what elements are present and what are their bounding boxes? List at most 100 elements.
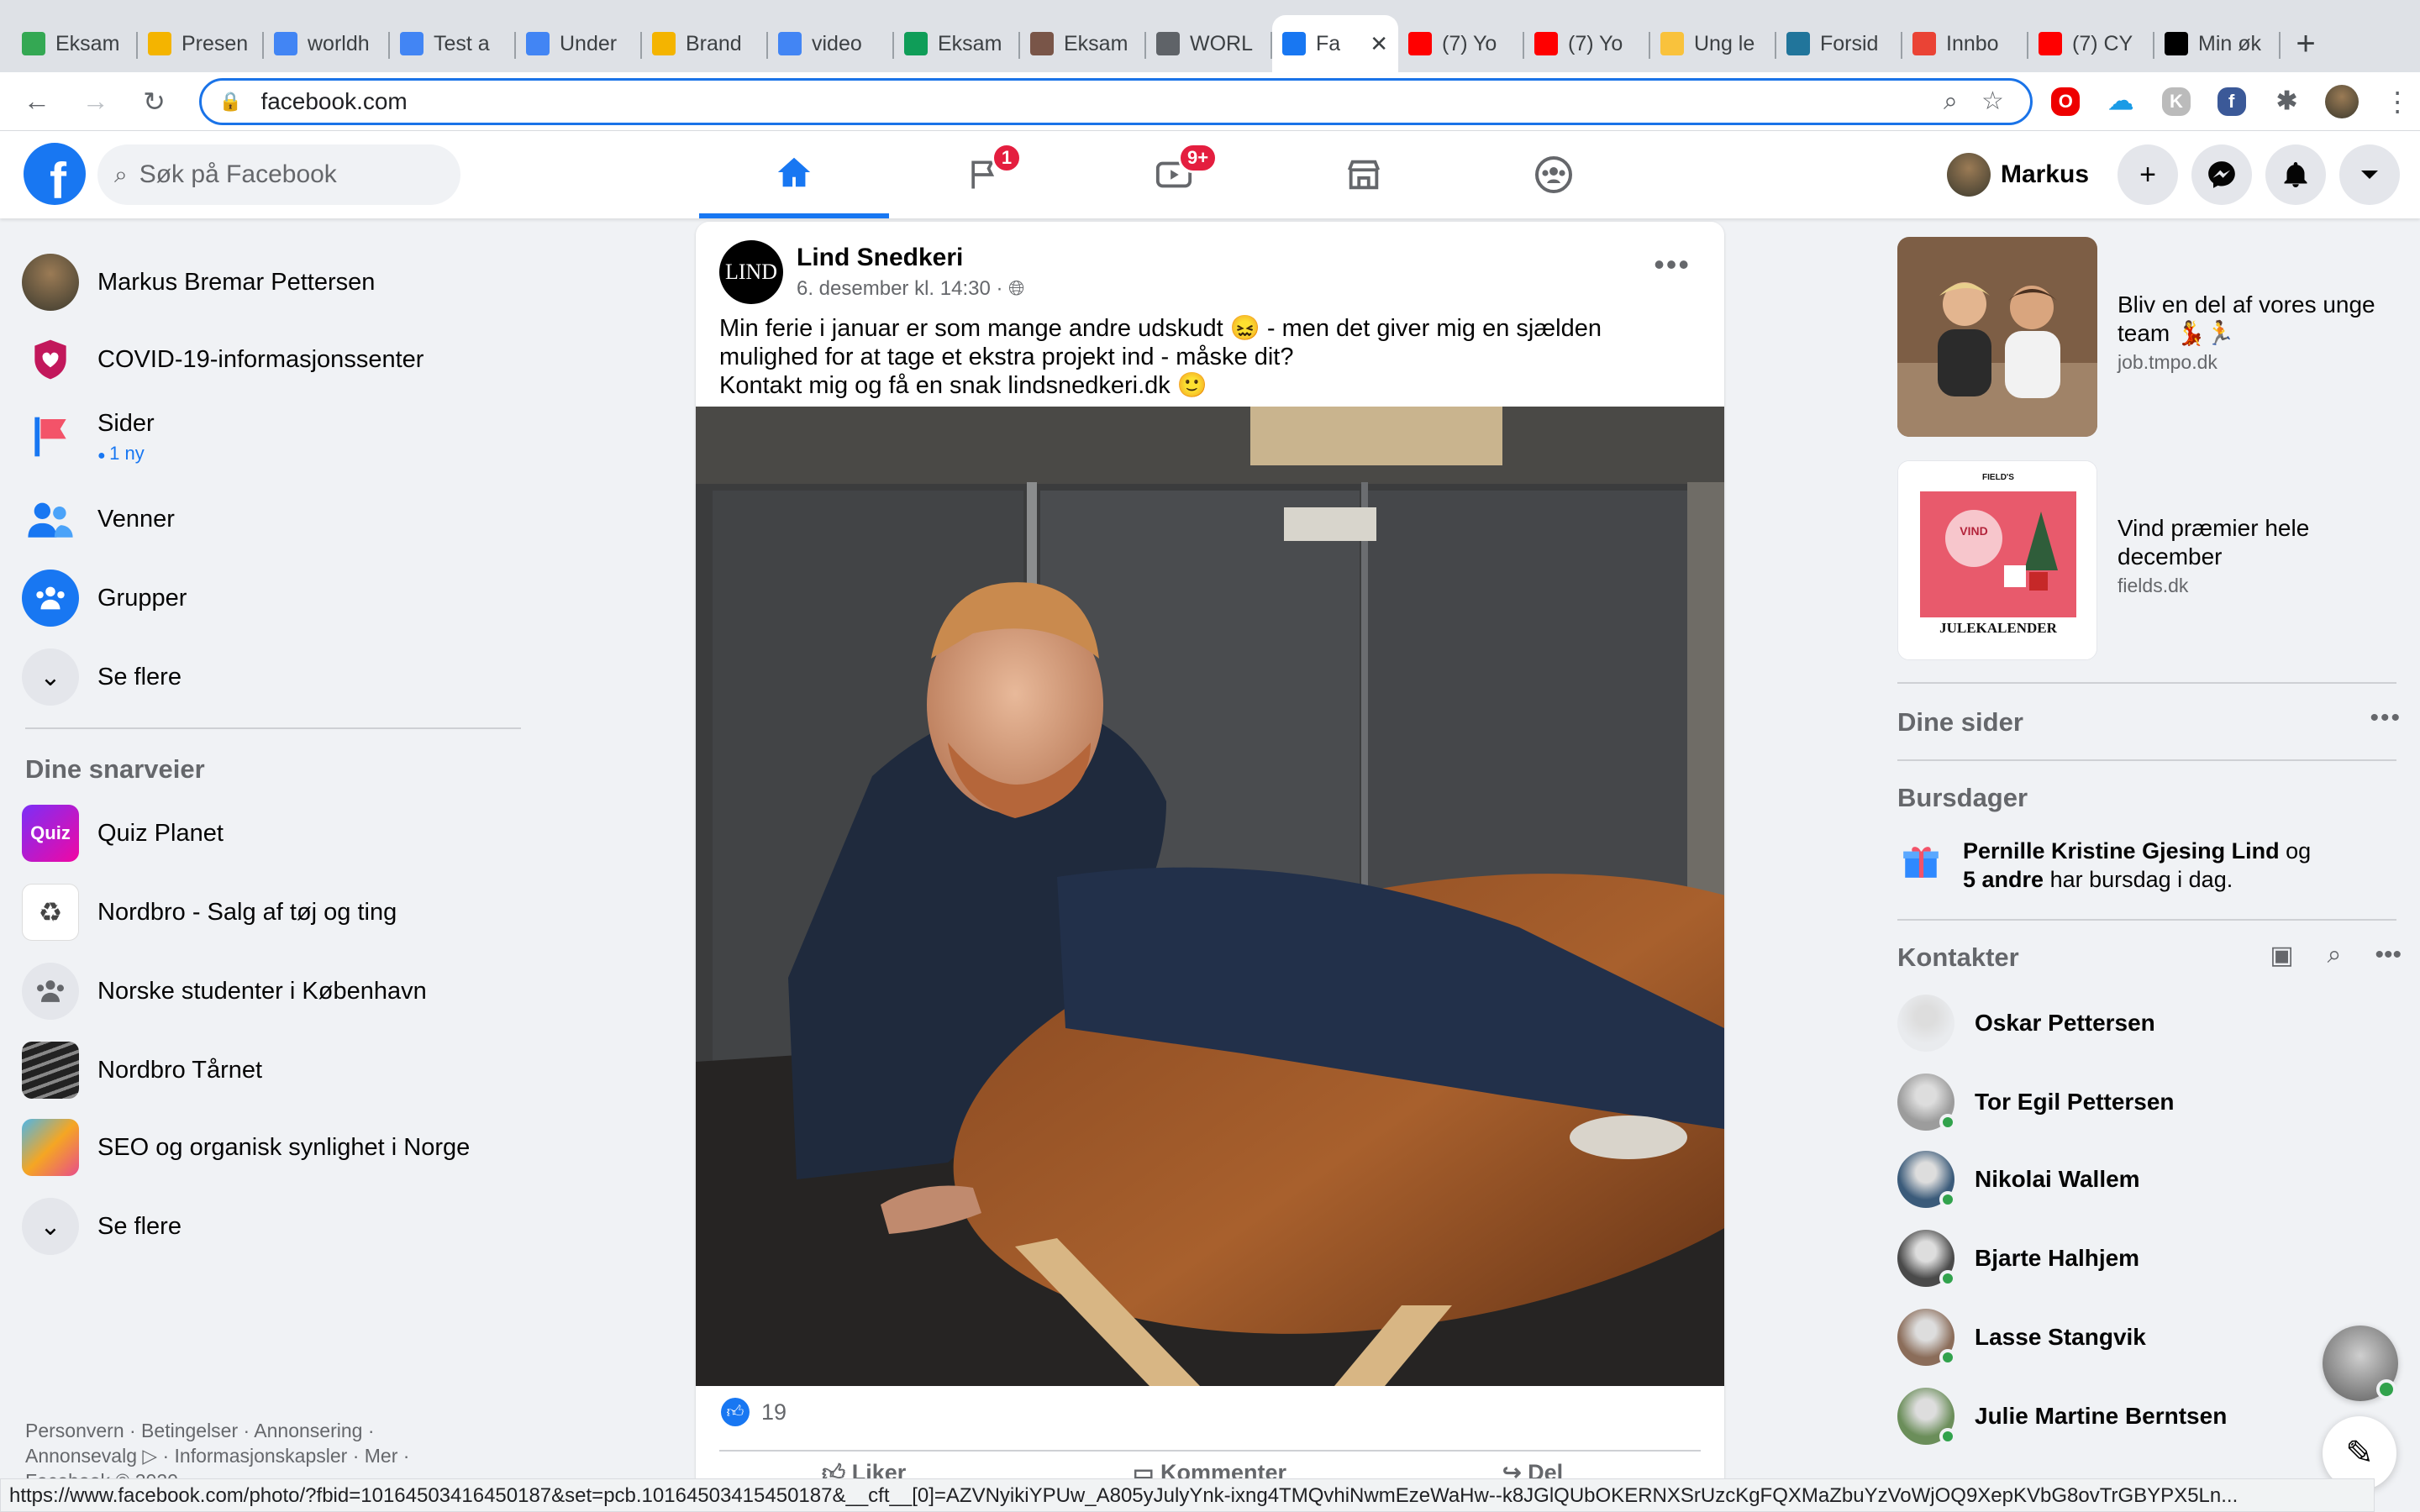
online-indicator	[1939, 1191, 1956, 1208]
watch-badge: 9+	[1178, 143, 1218, 173]
sidebar-item-label: Sider	[97, 409, 155, 437]
browser-tab[interactable]: Presen	[138, 15, 264, 72]
lock-icon[interactable]: 🔒	[218, 91, 247, 113]
contact-item[interactable]: Tor Egil Pettersen	[1897, 1074, 2175, 1131]
contact-item[interactable]: Julie Martine Berntsen	[1897, 1388, 2227, 1445]
post-timestamp[interactable]: 6. desember kl. 14:30 · 🌐︎	[797, 277, 1024, 301]
browser-tab[interactable]: (7) Yo	[1524, 15, 1650, 72]
forward-icon[interactable]: →	[74, 80, 118, 123]
ad-site: job.tmpo.dk	[2118, 351, 2217, 373]
post-author[interactable]: Lind Snedkeri	[797, 244, 1024, 272]
search-contacts-icon[interactable]: ⌕	[2328, 941, 2342, 970]
birthday-item[interactable]: Pernille Kristine Gjesing Lind og 5 andr…	[1897, 837, 2400, 894]
home-tab[interactable]	[699, 131, 889, 218]
browser-tab[interactable]: worldh	[264, 15, 390, 72]
contact-item[interactable]: Oskar Pettersen	[1897, 995, 2155, 1052]
browser-tab[interactable]: (7) Yo	[1398, 15, 1524, 72]
ad-title[interactable]: Bliv en del af vores unge team 💃🏃	[2118, 291, 2400, 348]
reload-icon[interactable]: ↻	[133, 80, 176, 123]
browser-tab[interactable]: Fa ✕	[1272, 15, 1398, 72]
contacts-more-icon[interactable]: •••	[2375, 941, 2402, 970]
facebook-logo-icon[interactable]: f	[24, 143, 86, 205]
profile-button[interactable]: Markus	[1940, 144, 2104, 205]
browser-tab[interactable]: Eksam	[1020, 15, 1146, 72]
groups-tab[interactable]	[1459, 131, 1649, 218]
your-pages-more-icon[interactable]: •••	[2370, 704, 2402, 732]
ad-image[interactable]	[1897, 237, 2097, 437]
bookmark-star-icon[interactable]: ☆	[1971, 87, 2013, 116]
cloud-extension-icon[interactable]: ☁	[2098, 79, 2144, 124]
marketplace-tab[interactable]	[1269, 131, 1459, 218]
youtube-icon	[1534, 32, 1558, 55]
shortcut-item-seo[interactable]: SEO og organisk synlighet i Norge	[22, 1119, 470, 1176]
browser-tab[interactable]: WORL	[1146, 15, 1272, 72]
birthday-person[interactable]: Pernille Kristine Gjesing Lind	[1963, 838, 2280, 864]
footer-line[interactable]: Personvern · Betingelser · Annonsering ·	[25, 1418, 462, 1443]
sponsored-ad[interactable]: Bliv en del af vores unge team 💃🏃 job.tm…	[1897, 237, 2400, 437]
url-text[interactable]: facebook.com	[260, 88, 1929, 115]
watch-tab[interactable]: 9+	[1079, 131, 1269, 218]
browser-tab[interactable]: Eksam	[12, 15, 138, 72]
shortcut-item-norske-studenter[interactable]: Norske studenter i København	[22, 963, 427, 1020]
shortcut-item-quiz-planet[interactable]: Quiz Quiz Planet	[22, 805, 224, 862]
new-tab-icon[interactable]: +	[2281, 15, 2331, 72]
ad-image[interactable]: FIELD'S VIND JULEKALENDER	[1897, 460, 2097, 660]
shortcut-item-nordbro-salg[interactable]: ♻ Nordbro - Salg af tøj og ting	[22, 884, 397, 941]
page-logo[interactable]: LIND	[719, 240, 783, 304]
back-icon[interactable]: ←	[15, 80, 59, 123]
account-chevron-down-icon[interactable]	[2339, 144, 2400, 205]
ad-image-brand: FIELD'S	[1982, 473, 2014, 482]
gray-extension-icon[interactable]: K	[2154, 79, 2199, 124]
pages-tab[interactable]: 1	[889, 131, 1079, 218]
contact-item[interactable]: Nikolai Wallem	[1897, 1151, 2140, 1208]
contact-item[interactable]: Lasse Stangvik	[1897, 1309, 2146, 1366]
profile-avatar[interactable]	[2319, 79, 2365, 124]
opera-extension-icon[interactable]: O	[2043, 79, 2088, 124]
messenger-icon[interactable]	[2191, 144, 2252, 205]
sidebar-see-more-button[interactable]: ⌄ Se flere	[22, 648, 182, 706]
chat-head-avatar[interactable]	[2323, 1326, 2398, 1401]
sidebar-item-label: Markus Bremar Pettersen	[97, 268, 376, 296]
browser-tab[interactable]: video	[768, 15, 894, 72]
facebook-header: f ⌕ Søk på Facebook 1 9+ Markus +	[0, 131, 2420, 218]
facebook-extension-icon[interactable]: f	[2209, 79, 2254, 124]
sidebar-item-friends[interactable]: Venner	[22, 491, 175, 548]
browser-tab[interactable]: Min øk	[2154, 15, 2281, 72]
sponsored-ad[interactable]: FIELD'S VIND JULEKALENDER Vind præmier h…	[1897, 460, 2400, 660]
contact-item[interactable]: Bjarte Halhjem	[1897, 1230, 2139, 1287]
browser-tab[interactable]: Under	[516, 15, 642, 72]
birthday-others[interactable]: 5 andre	[1963, 867, 2044, 892]
sidebar-item-groups[interactable]: Grupper	[22, 570, 187, 627]
browser-toolbar: ← → ↻ 🔒 facebook.com ⌕ ☆ O ☁ K f ✱ ⋮	[0, 72, 2420, 131]
web-page-icon	[1030, 32, 1054, 55]
sidebar-item-covid[interactable]: COVID-19-informasjonssenter	[22, 331, 424, 388]
ad-title[interactable]: Vind præmier hele december	[2118, 514, 2400, 571]
close-tab-icon[interactable]: ✕	[1370, 31, 1388, 57]
sidebar-item-pages[interactable]: Sider 1 ny	[22, 408, 155, 465]
shortcut-label: SEO og organisk synlighet i Norge	[97, 1133, 471, 1161]
puzzle-extensions-icon[interactable]: ✱	[2265, 79, 2310, 124]
address-bar[interactable]: 🔒 facebook.com ⌕ ☆	[199, 77, 2033, 125]
browser-tab[interactable]: Eksam	[894, 15, 1020, 72]
browser-tab[interactable]: Brand	[642, 15, 768, 72]
browser-menu-icon[interactable]: ⋮	[2375, 79, 2420, 124]
sidebar-item-profile[interactable]: Markus Bremar Pettersen	[22, 254, 375, 311]
footer-line[interactable]: Annonsevalg ▷ · Informasjonskapsler · Me…	[25, 1443, 462, 1468]
more-options-icon[interactable]: •••	[1654, 247, 1691, 282]
reaction-summary[interactable]: 👍︎ 19	[721, 1398, 786, 1426]
browser-tab[interactable]: (7) CY	[2028, 15, 2154, 72]
browser-tab[interactable]: Innbo	[1902, 15, 2028, 72]
browser-tab[interactable]: Ung le	[1650, 15, 1776, 72]
facebook-search-input[interactable]: ⌕ Søk på Facebook	[97, 144, 460, 205]
main-nav: 1 9+	[699, 131, 1649, 218]
post-photo[interactable]	[696, 407, 1724, 1386]
notifications-bell-icon[interactable]	[2265, 144, 2326, 205]
google-slides-icon	[148, 32, 171, 55]
shortcut-item-nordbro-taarnet[interactable]: Nordbro Tårnet	[22, 1042, 262, 1099]
new-room-video-icon[interactable]: ▣	[2270, 941, 2293, 970]
browser-tab[interactable]: Test a	[390, 15, 516, 72]
shortcuts-see-more-button[interactable]: ⌄ Se flere	[22, 1198, 182, 1255]
create-plus-icon[interactable]: +	[2118, 144, 2178, 205]
search-page-icon[interactable]: ⌕	[1929, 87, 1971, 116]
browser-tab[interactable]: Forsid	[1776, 15, 1902, 72]
